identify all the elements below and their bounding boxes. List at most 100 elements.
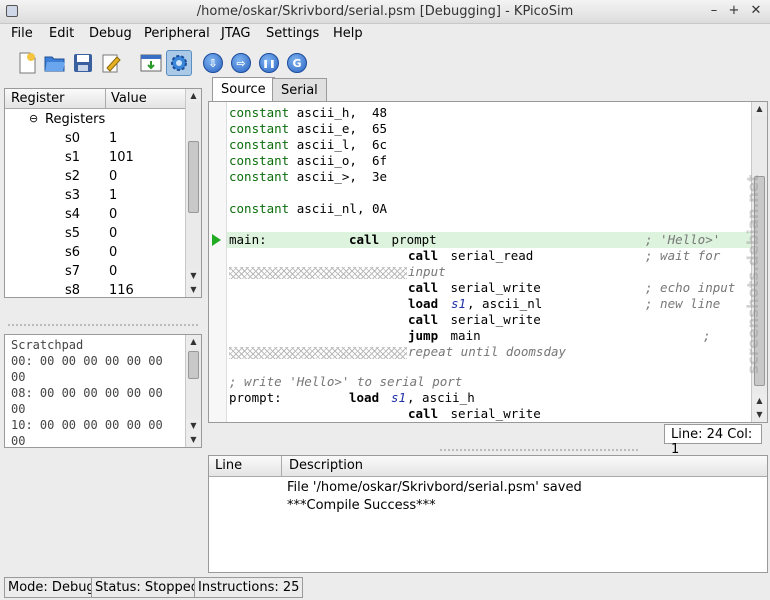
register-row[interactable]: s1 101 — [5, 149, 187, 168]
scroll-down-icon[interactable]: ▼ — [186, 269, 201, 283]
scroll-up-icon[interactable]: ▲ — [752, 102, 767, 116]
register-ref: s1 — [391, 390, 407, 405]
status-state: Status: Stopped — [91, 577, 203, 598]
scroll-thumb[interactable] — [188, 351, 199, 379]
tab-source[interactable]: Source — [212, 77, 275, 102]
register-column-header[interactable]: Register — [11, 91, 65, 106]
step-over-icon[interactable]: ⇨ — [228, 50, 254, 76]
line-column-header[interactable]: Line — [215, 458, 242, 473]
scroll-down-icon[interactable]: ▼ — [186, 419, 201, 433]
scratchpad-scrollbar[interactable]: ▲ ▼ ▼ — [185, 335, 201, 447]
register-row[interactable]: s4 0 — [5, 206, 187, 225]
instruction: jump — [408, 328, 439, 343]
comment: ; echo input — [645, 280, 736, 295]
window-title: /home/oskar/Skrivbord/serial.psm [Debugg… — [196, 4, 574, 19]
message-row[interactable]: ***Compile Success*** — [287, 498, 436, 513]
code-text: ascii_l, 6c — [289, 137, 388, 152]
code-text: serial_write — [443, 280, 541, 295]
code-text: main — [443, 328, 481, 343]
source-editor[interactable]: constant ascii_h, 48 constant ascii_e, 6… — [208, 101, 768, 423]
keyword: constant — [229, 153, 290, 168]
code-text: prompt — [384, 232, 437, 247]
code-line-current: main: — [229, 232, 267, 248]
menu-debug[interactable]: Debug — [89, 26, 132, 41]
register-scrollbar[interactable]: ▲ ▼ ▼ — [185, 89, 201, 297]
register-row[interactable]: s2 0 — [5, 168, 187, 187]
panel-splitter[interactable] — [440, 449, 640, 451]
menu-edit[interactable]: Edit — [49, 26, 74, 41]
register-value: 1 — [109, 188, 118, 203]
instruction: load — [408, 296, 439, 311]
scroll-down-icon[interactable]: ▼ — [186, 433, 201, 447]
title-bar: /home/oskar/Skrivbord/serial.psm [Debugg… — [0, 0, 770, 24]
code-text: serial_write — [443, 312, 541, 327]
save-icon[interactable] — [70, 50, 96, 76]
comment: ; 'Hello>' — [645, 232, 721, 247]
register-value: 0 — [109, 245, 118, 260]
register-group-label: Registers — [45, 112, 106, 127]
register-panel: Register Value ⊖ Registers s0 1 s1 101 s2 0… — [4, 88, 202, 298]
register-name: s3 — [65, 188, 81, 203]
menu-help[interactable]: Help — [333, 26, 363, 41]
register-name: s6 — [65, 245, 81, 260]
register-group-row[interactable]: ⊖ Registers — [5, 111, 187, 130]
keyword: constant — [229, 105, 290, 120]
status-mode: Mode: Debug — [4, 577, 99, 598]
gear-icon[interactable] — [166, 50, 192, 76]
scroll-down-icon[interactable]: ▼ — [186, 283, 201, 297]
scroll-thumb[interactable] — [188, 141, 199, 213]
menu-jtag[interactable]: JTAG — [221, 26, 251, 41]
editor-gutter[interactable] — [209, 102, 227, 422]
code-line: constant ascii_>, 3e — [229, 169, 387, 185]
scratchpad-panel: Scratchpad 00: 00 00 00 00 00 00 00 08: … — [4, 334, 202, 448]
instruction: call — [349, 232, 380, 247]
menu-bar: File Edit Debug Peripheral JTAG Settings… — [0, 24, 770, 45]
tab-serial[interactable]: Serial — [272, 78, 327, 102]
register-name: s4 — [65, 207, 81, 222]
wrap-hatch — [229, 266, 407, 279]
register-row[interactable]: s7 0 — [5, 263, 187, 282]
register-row[interactable]: s8 116 — [5, 282, 187, 297]
header-divider — [105, 89, 106, 109]
register-row[interactable]: s0 1 — [5, 130, 187, 149]
download-icon[interactable] — [138, 50, 164, 76]
wrap-indicator — [229, 344, 407, 360]
message-row[interactable]: File '/home/oskar/Skrivbord/serial.psm' … — [287, 480, 582, 495]
code-text: ascii_>, 3e — [289, 169, 388, 184]
code-text: , ascii_nl — [467, 296, 543, 311]
scroll-up-icon[interactable]: ▲ — [186, 335, 201, 349]
collapse-icon[interactable]: ⊖ — [29, 112, 38, 125]
code-text: ascii_h, 48 — [289, 105, 388, 120]
register-row[interactable]: s6 0 — [5, 244, 187, 263]
register-header: Register Value — [5, 89, 187, 109]
new-file-icon[interactable] — [14, 50, 40, 76]
wrap-hatch — [229, 346, 407, 359]
maximize-icon[interactable]: + — [726, 3, 742, 18]
menu-settings[interactable]: Settings — [266, 26, 319, 41]
keyword: constant — [229, 201, 290, 216]
scroll-up-icon[interactable]: ▲ — [186, 89, 201, 103]
close-icon[interactable]: ✕ — [748, 3, 764, 18]
go-icon[interactable]: G — [284, 50, 310, 76]
value-column-header[interactable]: Value — [111, 91, 147, 106]
step-into-icon[interactable]: ⇩ — [200, 50, 226, 76]
pause-icon[interactable]: ❚❚ — [256, 50, 282, 76]
keyword: constant — [229, 137, 290, 152]
register-row[interactable]: s3 1 — [5, 187, 187, 206]
description-column-header[interactable]: Description — [289, 458, 363, 473]
comment: ; — [703, 328, 711, 343]
code-text: , ascii_h — [407, 390, 475, 405]
comment: ; new line — [645, 296, 721, 311]
edit-icon[interactable] — [98, 50, 124, 76]
wrap-indicator — [229, 264, 407, 280]
menu-file[interactable]: File — [11, 26, 33, 41]
menu-peripheral[interactable]: Peripheral — [144, 26, 210, 41]
toolbar: ⇩ ⇨ ❚❚ G — [0, 46, 770, 78]
register-name: s7 — [65, 264, 81, 279]
minimize-icon[interactable]: – — [706, 3, 722, 18]
register-row[interactable]: s5 0 — [5, 225, 187, 244]
scratchpad-text: Scratchpad 00: 00 00 00 00 00 00 00 08: … — [11, 338, 163, 448]
panel-splitter[interactable] — [8, 324, 198, 326]
open-folder-icon[interactable] — [42, 50, 68, 76]
register-value: 0 — [109, 207, 118, 222]
